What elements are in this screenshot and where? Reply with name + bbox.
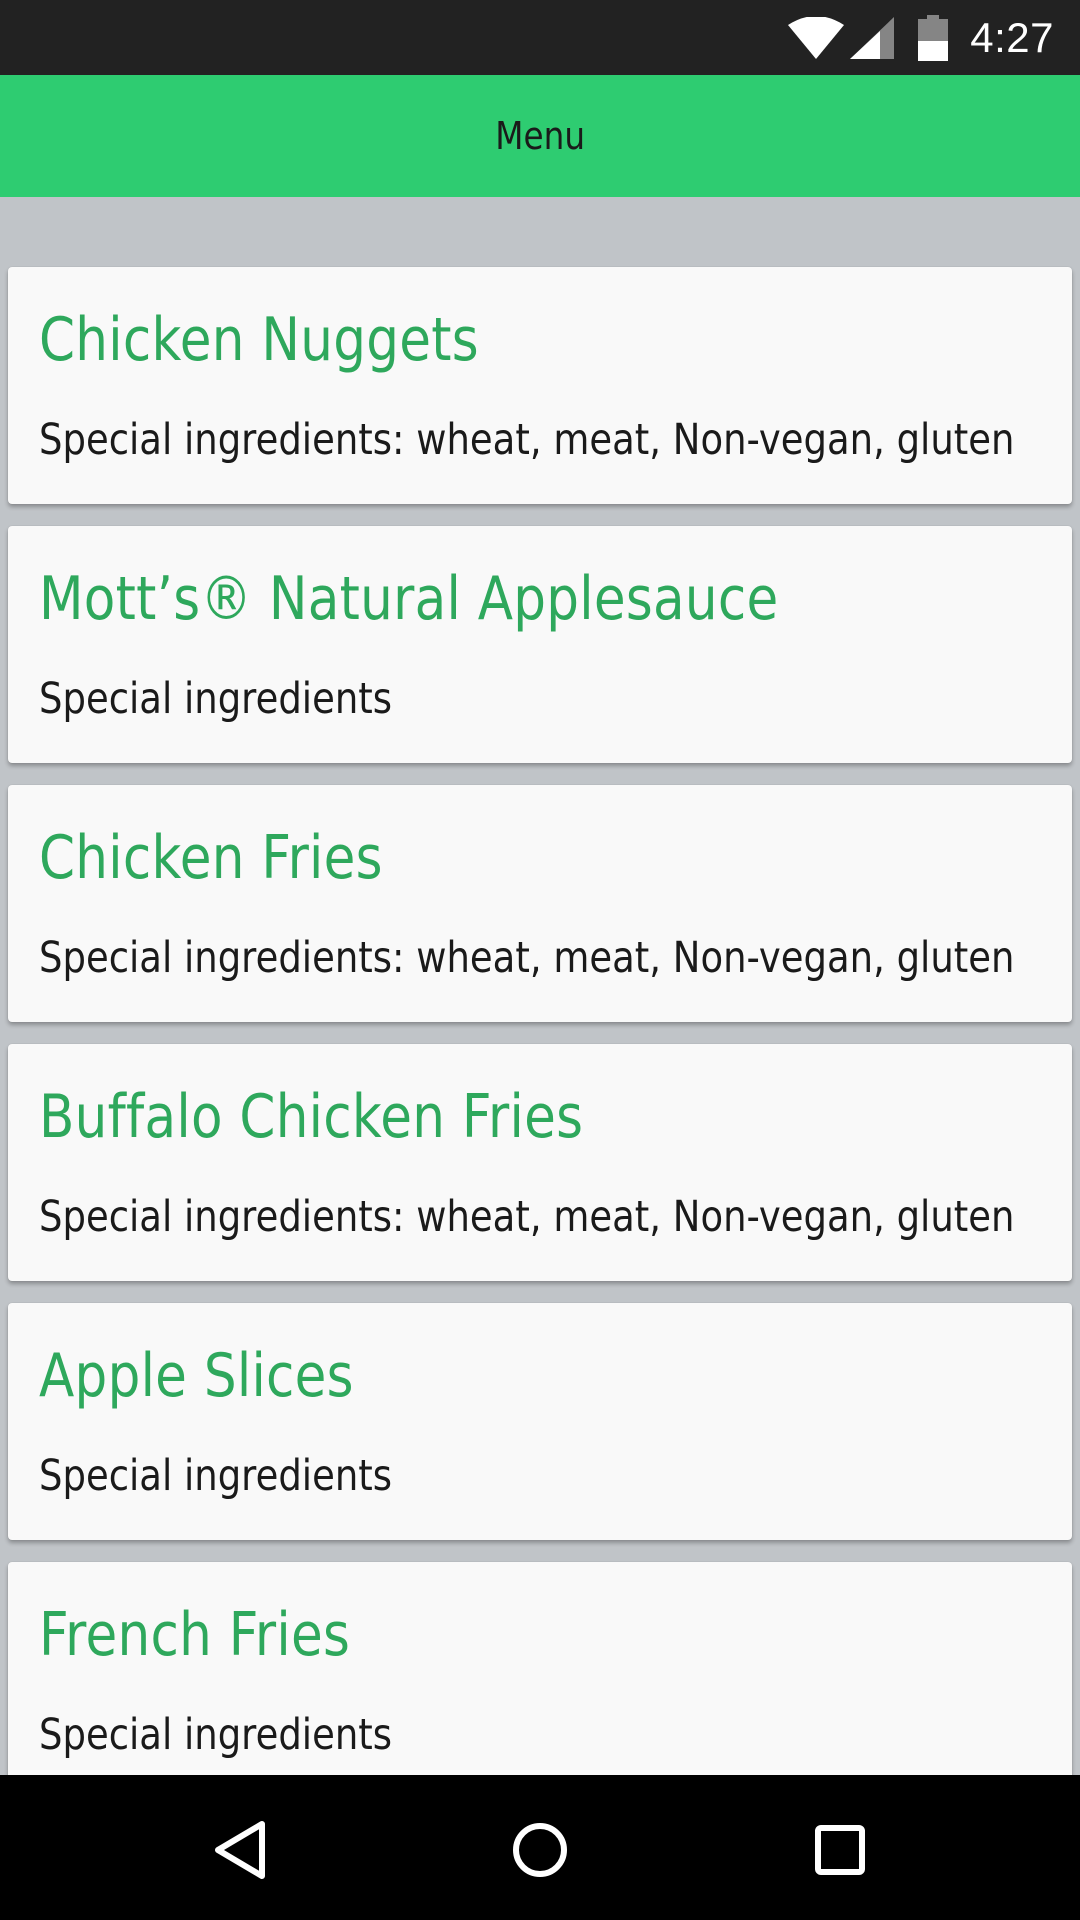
battery-icon bbox=[918, 14, 949, 61]
menu-item-card[interactable]: Chicken Nuggets Special ingredients: whe… bbox=[8, 267, 1072, 504]
navigation-bar bbox=[0, 1775, 1080, 1920]
status-bar: 4:27 bbox=[0, 0, 1080, 75]
menu-item-ingredients: Special ingredients bbox=[39, 1710, 393, 1760]
recent-apps-icon bbox=[815, 1825, 865, 1875]
menu-item-name: Buffalo Chicken Fries bbox=[39, 1082, 584, 1152]
recent-apps-button[interactable] bbox=[805, 1815, 875, 1885]
page-title: Menu bbox=[495, 114, 585, 158]
menu-item-name: Chicken Nuggets bbox=[39, 305, 479, 375]
back-button[interactable] bbox=[205, 1815, 275, 1885]
menu-item-ingredients: Special ingredients: wheat, meat, Non-ve… bbox=[39, 1192, 1015, 1242]
back-icon bbox=[215, 1821, 265, 1879]
menu-item-ingredients: Special ingredients: wheat, meat, Non-ve… bbox=[39, 415, 1015, 465]
wifi-icon bbox=[788, 16, 845, 59]
home-icon bbox=[513, 1823, 567, 1877]
cell-signal-icon bbox=[850, 16, 895, 59]
menu-item-card[interactable]: Buffalo Chicken Fries Special ingredient… bbox=[8, 1044, 1072, 1281]
menu-item-card[interactable]: French Fries Special ingredients bbox=[8, 1562, 1072, 1775]
status-time: 4:27 bbox=[970, 13, 1054, 61]
menu-item-name: Chicken Fries bbox=[39, 823, 383, 893]
menu-list[interactable]: Chicken Nuggets Special ingredients: whe… bbox=[0, 197, 1080, 1775]
menu-item-ingredients: Special ingredients bbox=[39, 1451, 393, 1501]
menu-item-name: Mott’s® Natural Applesauce bbox=[39, 564, 779, 634]
menu-item-card[interactable]: Mott’s® Natural Applesauce Special ingre… bbox=[8, 526, 1072, 763]
menu-item-name: French Fries bbox=[39, 1600, 351, 1670]
status-icons: 4:27 bbox=[788, 0, 1054, 75]
menu-item-ingredients: Special ingredients bbox=[39, 674, 393, 724]
menu-item-name: Apple Slices bbox=[39, 1341, 354, 1411]
app-bar: Menu bbox=[0, 75, 1080, 197]
screen: 4:27 Menu Chicken Nuggets Special ingred… bbox=[0, 0, 1080, 1920]
menu-item-ingredients: Special ingredients: wheat, meat, Non-ve… bbox=[39, 933, 1015, 983]
menu-item-card[interactable]: Chicken Fries Special ingredients: wheat… bbox=[8, 785, 1072, 1022]
menu-item-card[interactable]: Apple Slices Special ingredients bbox=[8, 1303, 1072, 1540]
home-button[interactable] bbox=[505, 1815, 575, 1885]
